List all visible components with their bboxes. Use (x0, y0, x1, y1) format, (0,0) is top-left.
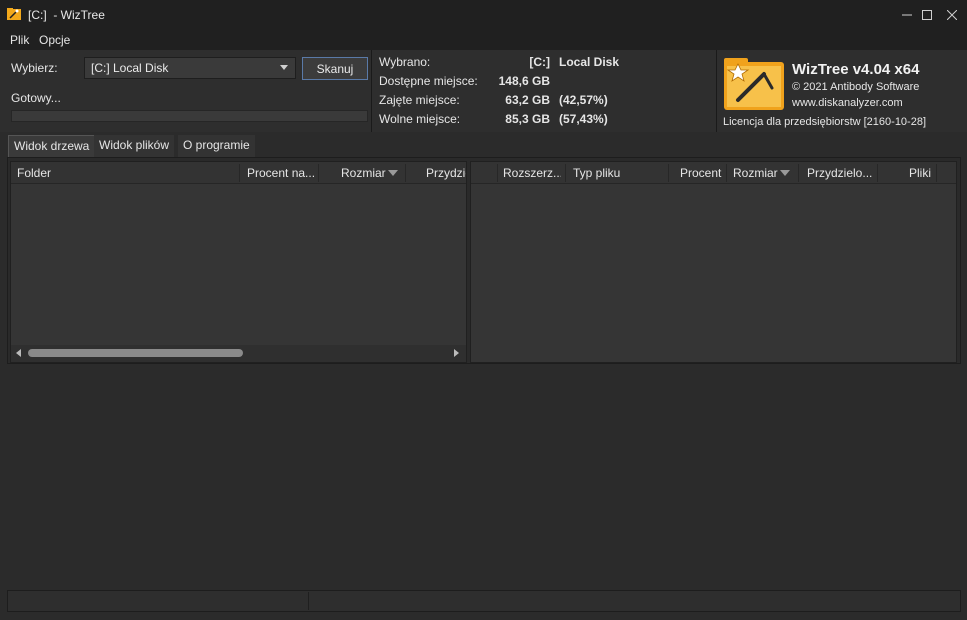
menu-options[interactable]: Opcje (39, 33, 70, 47)
close-button[interactable] (937, 0, 967, 30)
scrollbar-thumb[interactable] (28, 349, 243, 357)
column-ext-percent[interactable]: Procent (680, 166, 725, 180)
column-divider[interactable] (877, 164, 878, 182)
column-ext-allocated[interactable]: Przydzielo... (807, 166, 875, 180)
capacity-value: 148,6 GB (498, 74, 550, 88)
selected-drive: [C:] (529, 55, 550, 69)
free-space-value: 85,3 GB (505, 112, 550, 126)
used-space-label: Zajęte miejsce: (379, 93, 460, 107)
website-link[interactable]: www.diskanalyzer.com (792, 97, 903, 109)
tab-about[interactable]: O programie (178, 135, 255, 157)
used-space-value: 63,2 GB (505, 93, 550, 107)
tab-file-view[interactable]: Widok plików (94, 135, 175, 157)
wiztree-logo-icon (724, 56, 786, 112)
folder-tree-pane[interactable] (10, 161, 467, 363)
sort-descending-icon (780, 170, 790, 176)
status-bar (7, 590, 961, 612)
column-divider[interactable] (726, 164, 727, 182)
window-title: [C:] - WizTree (28, 8, 105, 22)
column-extension[interactable]: Rozszerz... (503, 166, 561, 180)
selected-drive-name: Local Disk (559, 55, 620, 69)
column-folder[interactable]: Folder (17, 166, 237, 180)
column-divider[interactable] (405, 164, 406, 182)
maximize-icon (922, 10, 932, 20)
scan-button[interactable]: Skanuj (302, 57, 368, 80)
product-name: WizTree v4.04 x64 (792, 61, 920, 78)
column-divider[interactable] (565, 164, 566, 182)
select-drive-label: Wybierz: (11, 61, 58, 75)
tab-tree-view[interactable]: Widok drzewa (8, 135, 96, 157)
minimize-icon (902, 14, 912, 16)
chevron-down-icon (280, 65, 288, 70)
column-divider[interactable] (798, 164, 799, 182)
column-divider[interactable] (239, 164, 240, 182)
file-types-pane[interactable] (470, 161, 957, 363)
menu-file[interactable]: Plik (10, 33, 29, 47)
menu-bar (0, 30, 967, 50)
column-divider[interactable] (936, 164, 937, 182)
free-space-percent: (57,43%) (559, 112, 608, 126)
column-files[interactable]: Pliki (909, 166, 934, 180)
drive-select[interactable]: [C:] Local Disk (84, 57, 296, 79)
column-file-type[interactable]: Typ pliku (573, 166, 663, 180)
wiztree-app-icon (7, 8, 21, 20)
copyright-text: © 2021 Antibody Software (792, 81, 920, 93)
scan-progress-bar (11, 110, 368, 122)
license-text: Licencja dla przedsiębiorstw [2160-10-28… (723, 116, 927, 128)
column-ext-size[interactable]: Rozmiar (733, 166, 781, 180)
title-bar (0, 0, 967, 30)
column-size[interactable]: Rozmiar (341, 166, 389, 180)
column-divider[interactable] (668, 164, 669, 182)
status-bar-divider (308, 592, 309, 610)
column-allocated[interactable]: Przydzie (426, 166, 466, 180)
scan-status: Gotowy... (11, 91, 61, 105)
selected-label: Wybrano: (379, 55, 431, 69)
used-space-percent: (42,57%) (559, 93, 608, 107)
close-icon (947, 10, 957, 20)
sort-descending-icon (388, 170, 398, 176)
free-space-label: Wolne miejsce: (379, 112, 461, 126)
column-divider[interactable] (497, 164, 498, 182)
scroll-left-arrow-icon[interactable] (16, 349, 21, 357)
column-percent[interactable]: Procent na... (247, 166, 317, 180)
scroll-right-arrow-icon[interactable] (454, 349, 459, 357)
column-divider[interactable] (318, 164, 319, 182)
